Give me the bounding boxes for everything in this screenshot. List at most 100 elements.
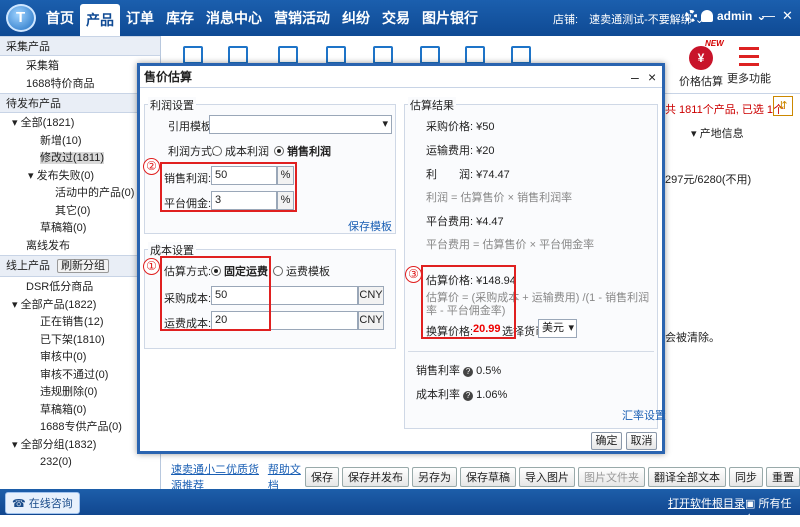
ok-button[interactable]: 确定 (591, 432, 622, 450)
save-button[interactable]: 保存 (305, 467, 339, 487)
radio-label: 成本利润 (225, 146, 269, 158)
task-icon: ▣ (745, 498, 759, 510)
nav-image-bank[interactable]: 图片银行 (416, 0, 484, 36)
more-functions-button[interactable]: 更多功能 (727, 46, 771, 86)
open-root-link[interactable]: 打开软件根目录 (668, 495, 745, 511)
tree-all-products[interactable]: ▾ 全部产品(1822) (0, 297, 160, 315)
chat-icon: ☎ (12, 498, 29, 510)
marker-3: ③ (405, 266, 422, 283)
highlight-box-1 (160, 256, 271, 331)
tree-toggle-icon[interactable]: ▾ (12, 439, 21, 451)
nav-inventory[interactable]: 库存 (160, 0, 200, 36)
image-icon[interactable] (278, 46, 298, 64)
print-icon[interactable] (511, 46, 531, 64)
top-bar: T 首页 产品 订单 库存 消息中心 营销活动 纠纷 交易 图片银行 店铺: 速… (0, 0, 800, 36)
rate-settings-link[interactable]: 汇率设置 (622, 407, 666, 423)
help-icon[interactable]: ? (463, 367, 474, 377)
tree-status-item[interactable]: 审核不通过(0) (0, 367, 160, 385)
section-collect[interactable]: 采集产品 (0, 36, 160, 56)
copy-icon[interactable] (465, 46, 485, 64)
nav-disputes[interactable]: 纠纷 (336, 0, 376, 36)
edit-icon[interactable] (228, 46, 248, 64)
import-image-button[interactable]: 导入图片 (519, 467, 575, 487)
tree-modified[interactable]: 修改过(1811) (0, 150, 160, 168)
save-publish-button[interactable]: 保存并发布 (342, 467, 409, 487)
tree-group-item[interactable]: 232(0) (0, 454, 160, 472)
radio-label: 运费模板 (286, 266, 330, 278)
shipping-fee: 运输费用: ¥20 (426, 145, 495, 157)
tree-status-item[interactable]: 1688专供产品(0) (0, 419, 160, 437)
help-icon[interactable]: ? (463, 391, 474, 401)
minimize-button[interactable]: — (762, 8, 775, 23)
save-draft-button[interactable]: 保存草稿 (460, 467, 516, 487)
sidebar-item-collect-box[interactable]: 采集箱 (0, 58, 160, 76)
highlight-box-2 (160, 162, 297, 212)
filter-icon[interactable]: ⇵ (773, 96, 793, 116)
save-as-button[interactable]: 另存为 (412, 467, 457, 487)
radio-icon (273, 266, 283, 276)
tree-status-item[interactable]: 违规删除(0) (0, 384, 160, 402)
section-online-label[interactable]: 线上产品 (6, 260, 50, 272)
tree-status-item[interactable]: 审核中(0) (0, 349, 160, 367)
profit-value: 利 润: ¥74.47 (426, 169, 510, 181)
save-template-link[interactable]: 保存模板 (348, 218, 392, 234)
close-icon[interactable]: × (648, 66, 656, 88)
tree-status-item[interactable]: 已下架(1810) (0, 332, 160, 350)
tree-toggle-icon[interactable]: ▾ (12, 117, 21, 129)
store-name: 速卖通测试-不要解绑 (589, 14, 692, 26)
minimize-icon[interactable]: – (631, 66, 639, 88)
image-folder-button[interactable]: 图片文件夹 (578, 467, 645, 487)
price-estimate-button[interactable]: NEW ¥ 价格估算 (679, 39, 724, 89)
store-label: 店铺: (553, 14, 579, 26)
tree-toggle-icon[interactable]: ▾ (28, 170, 37, 182)
tree-new[interactable]: 新增(10) (0, 133, 160, 151)
radio-icon (212, 146, 222, 156)
online-consult-button[interactable]: ☎ 在线咨询 (5, 492, 80, 514)
freight-template-radio[interactable]: 运费模板 (273, 263, 330, 279)
tree-drafts[interactable]: 草稿箱(0) (0, 220, 160, 238)
cost-rate-value: 1.06% (476, 389, 508, 401)
nav-messages[interactable]: 消息中心 (200, 0, 268, 36)
marker-2: ② (143, 158, 160, 175)
tree-publish-failed[interactable]: ▾ 发布失败(0) (0, 168, 160, 186)
refresh-group-button[interactable]: 刷新分组 (57, 259, 110, 273)
nav-orders[interactable]: 订单 (120, 0, 160, 36)
share-icon[interactable] (326, 46, 346, 64)
more-functions-label: 更多功能 (727, 73, 771, 85)
tree-status-item[interactable]: 正在销售(12) (0, 314, 160, 332)
currency-select[interactable]: 美元 ▾ (538, 319, 577, 338)
nav-products[interactable]: 产品 (80, 4, 120, 36)
sync-icon[interactable] (420, 46, 440, 64)
section-pending[interactable]: 待发布产品 (0, 93, 160, 113)
tree-in-activity[interactable]: 活动中的产品(0) (0, 185, 160, 203)
gear-icon[interactable] (685, 10, 697, 22)
tree-status-item[interactable]: 草稿箱(0) (0, 402, 160, 420)
user-menu[interactable]: admin ⌄ (701, 9, 766, 23)
username: admin (717, 9, 753, 23)
chevron-down-icon: ▾ (568, 322, 574, 334)
sidebar-item-offline-publish[interactable]: 离线发布 (0, 238, 160, 256)
add-icon[interactable] (183, 46, 203, 64)
tree-all-groups[interactable]: ▾ 全部分组(1832) (0, 437, 160, 455)
export-icon[interactable] (373, 46, 393, 64)
template-select[interactable]: ▾ (209, 115, 392, 134)
status-bar: ☎ 在线咨询 打开软件根目录 ▣ 所有任务 (0, 489, 800, 526)
nav-trade[interactable]: 交易 (376, 0, 416, 36)
store-selector[interactable]: 店铺: 速卖通测试-不要解绑 ⌄ (553, 11, 704, 27)
nav-home[interactable]: 首页 (40, 0, 80, 36)
sidebar-item-1688[interactable]: 1688特价商品 (0, 76, 160, 94)
reset-button[interactable]: 重置 (766, 467, 800, 487)
sync-button[interactable]: 同步 (729, 467, 763, 487)
sidebar-item-dsr[interactable]: DSR低分商品 (0, 279, 160, 297)
nav-marketing[interactable]: 营销活动 (268, 0, 336, 36)
all-tasks-button[interactable]: ▣ 所有任务 (745, 495, 800, 527)
tree-all-pending[interactable]: ▾ 全部(1821) (0, 115, 160, 133)
cancel-button[interactable]: 取消 (626, 432, 657, 450)
ref-template-label: 引用模板: (168, 121, 216, 133)
tree-toggle-icon[interactable]: ▾ (12, 299, 21, 311)
translate-all-button[interactable]: 翻译全部文本 (648, 467, 726, 487)
sales-profit-radio[interactable]: 销售利润 (274, 143, 331, 159)
tree-other[interactable]: 其它(0) (0, 203, 160, 221)
cost-profit-radio[interactable]: 成本利润 (212, 143, 269, 159)
close-button[interactable]: ✕ (782, 8, 793, 24)
